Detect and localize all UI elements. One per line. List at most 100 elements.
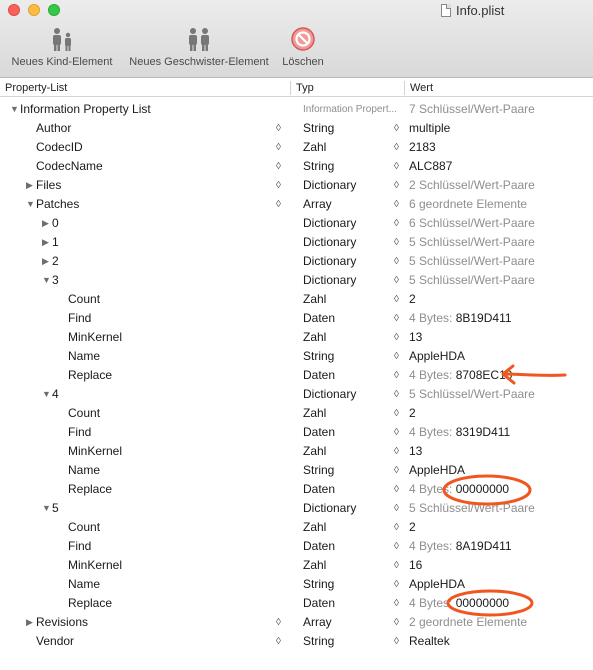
table-row[interactable]: Vendor ◊ String ◊ Realtek — [0, 632, 593, 651]
row-value[interactable]: 4 Bytes: 8708EC10 — [409, 366, 512, 385]
row-value[interactable]: 2 — [409, 404, 416, 423]
row-value[interactable]: AppleHDA — [409, 461, 465, 480]
table-row[interactable]: ▼ Patches ◊ Array ◊ 6 geordnete Elemente — [0, 195, 593, 214]
key-stepper-icon[interactable]: ◊ — [276, 632, 281, 651]
row-value[interactable]: 2183 — [409, 138, 436, 157]
close-window-button[interactable] — [8, 4, 20, 16]
table-row[interactable]: Find Daten ◊ 4 Bytes: 8B19D411 — [0, 309, 593, 328]
disclosure-open-icon[interactable]: ▼ — [42, 385, 51, 404]
minimize-window-button[interactable] — [28, 4, 40, 16]
type-stepper-icon[interactable]: ◊ — [394, 594, 399, 613]
column-divider[interactable] — [404, 81, 405, 95]
table-row[interactable]: Name String ◊ AppleHDA — [0, 461, 593, 480]
table-row[interactable]: ▶ 0 Dictionary ◊ 6 Schlüssel/Wert-Paare — [0, 214, 593, 233]
key-stepper-icon[interactable]: ◊ — [276, 176, 281, 195]
add-sibling-button[interactable]: Neues Geschwister-Element — [124, 26, 274, 68]
type-stepper-icon[interactable]: ◊ — [394, 347, 399, 366]
table-row[interactable]: ▶ 2 Dictionary ◊ 5 Schlüssel/Wert-Paare — [0, 252, 593, 271]
disclosure-open-icon[interactable]: ▼ — [42, 271, 51, 290]
type-stepper-icon[interactable]: ◊ — [394, 233, 399, 252]
table-row[interactable]: ▼ Information Property List Information … — [0, 100, 593, 119]
key-stepper-icon[interactable]: ◊ — [276, 138, 281, 157]
table-row[interactable]: Replace Daten ◊ 4 Bytes: 8708EC10 — [0, 366, 593, 385]
type-stepper-icon[interactable]: ◊ — [394, 195, 399, 214]
zoom-window-button[interactable] — [48, 4, 60, 16]
type-stepper-icon[interactable]: ◊ — [394, 176, 399, 195]
table-row[interactable]: Find Daten ◊ 4 Bytes: 8319D411 — [0, 423, 593, 442]
row-value[interactable]: AppleHDA — [409, 575, 465, 594]
type-stepper-icon[interactable]: ◊ — [394, 632, 399, 651]
type-stepper-icon[interactable]: ◊ — [394, 613, 399, 632]
type-stepper-icon[interactable]: ◊ — [394, 404, 399, 423]
row-value[interactable]: 4 Bytes: 8B19D411 — [409, 309, 512, 328]
row-value[interactable]: 4 Bytes: 00000000 — [409, 480, 509, 499]
table-row[interactable]: ▼ 5 Dictionary ◊ 5 Schlüssel/Wert-Paare — [0, 499, 593, 518]
type-stepper-icon[interactable]: ◊ — [394, 556, 399, 575]
table-row[interactable]: Name String ◊ AppleHDA — [0, 347, 593, 366]
disclosure-closed-icon[interactable]: ▶ — [42, 252, 49, 271]
type-stepper-icon[interactable]: ◊ — [394, 157, 399, 176]
type-stepper-icon[interactable]: ◊ — [394, 214, 399, 233]
row-value[interactable]: 2 — [409, 518, 416, 537]
type-stepper-icon[interactable]: ◊ — [394, 423, 399, 442]
table-row[interactable]: ▶ Revisions ◊ Array ◊ 2 geordnete Elemen… — [0, 613, 593, 632]
type-stepper-icon[interactable]: ◊ — [394, 480, 399, 499]
type-stepper-icon[interactable]: ◊ — [394, 138, 399, 157]
table-row[interactable]: MinKernel Zahl ◊ 13 — [0, 442, 593, 461]
table-row[interactable]: Count Zahl ◊ 2 — [0, 518, 593, 537]
table-row[interactable]: Author ◊ String ◊ multiple — [0, 119, 593, 138]
type-stepper-icon[interactable]: ◊ — [394, 309, 399, 328]
table-row[interactable]: MinKernel Zahl ◊ 13 — [0, 328, 593, 347]
row-value[interactable]: 4 Bytes: 8A19D411 — [409, 537, 512, 556]
table-row[interactable]: ▼ 3 Dictionary ◊ 5 Schlüssel/Wert-Paare — [0, 271, 593, 290]
table-row[interactable]: Find Daten ◊ 4 Bytes: 8A19D411 — [0, 537, 593, 556]
type-stepper-icon[interactable]: ◊ — [394, 575, 399, 594]
column-header-value[interactable]: Wert — [410, 82, 433, 94]
add-child-button[interactable]: Neues Kind-Element — [8, 26, 116, 68]
disclosure-open-icon[interactable]: ▼ — [42, 499, 51, 518]
column-divider[interactable] — [290, 81, 291, 95]
type-stepper-icon[interactable]: ◊ — [394, 442, 399, 461]
row-value[interactable]: ALC887 — [409, 157, 452, 176]
type-stepper-icon[interactable]: ◊ — [394, 290, 399, 309]
key-stepper-icon[interactable]: ◊ — [276, 157, 281, 176]
type-stepper-icon[interactable]: ◊ — [394, 366, 399, 385]
row-value[interactable]: 16 — [409, 556, 422, 575]
row-value[interactable]: 4 Bytes: 00000000 — [409, 594, 509, 613]
table-row[interactable]: ▶ Files ◊ Dictionary ◊ 2 Schlüssel/Wert-… — [0, 176, 593, 195]
table-row[interactable]: CodecName ◊ String ◊ ALC887 — [0, 157, 593, 176]
key-stepper-icon[interactable]: ◊ — [276, 195, 281, 214]
row-value[interactable]: 4 Bytes: 8319D411 — [409, 423, 510, 442]
table-row[interactable]: Count Zahl ◊ 2 — [0, 290, 593, 309]
column-header-key[interactable]: Property-List — [5, 82, 67, 94]
disclosure-closed-icon[interactable]: ▶ — [42, 214, 49, 233]
disclosure-closed-icon[interactable]: ▶ — [26, 613, 33, 632]
table-row[interactable]: MinKernel Zahl ◊ 16 — [0, 556, 593, 575]
column-header-type[interactable]: Typ — [296, 82, 314, 94]
type-stepper-icon[interactable]: ◊ — [394, 328, 399, 347]
type-stepper-icon[interactable]: ◊ — [394, 385, 399, 404]
table-row[interactable]: Replace Daten ◊ 4 Bytes: 00000000 — [0, 594, 593, 613]
type-stepper-icon[interactable]: ◊ — [394, 518, 399, 537]
disclosure-closed-icon[interactable]: ▶ — [42, 233, 49, 252]
table-row[interactable]: ▶ 1 Dictionary ◊ 5 Schlüssel/Wert-Paare — [0, 233, 593, 252]
row-value[interactable]: multiple — [409, 119, 450, 138]
row-value[interactable]: AppleHDA — [409, 347, 465, 366]
table-row[interactable]: Count Zahl ◊ 2 — [0, 404, 593, 423]
key-stepper-icon[interactable]: ◊ — [276, 613, 281, 632]
table-row[interactable]: ▼ 4 Dictionary ◊ 5 Schlüssel/Wert-Paare — [0, 385, 593, 404]
type-stepper-icon[interactable]: ◊ — [394, 461, 399, 480]
delete-button[interactable]: Löschen — [278, 26, 328, 68]
disclosure-open-icon[interactable]: ▼ — [10, 100, 19, 119]
table-row[interactable]: CodecID ◊ Zahl ◊ 2183 — [0, 138, 593, 157]
row-value[interactable]: 13 — [409, 328, 422, 347]
type-stepper-icon[interactable]: ◊ — [394, 271, 399, 290]
table-row[interactable]: Replace Daten ◊ 4 Bytes: 00000000 — [0, 480, 593, 499]
type-stepper-icon[interactable]: ◊ — [394, 537, 399, 556]
row-value[interactable]: Realtek — [409, 632, 450, 651]
row-value[interactable]: 2 — [409, 290, 416, 309]
key-stepper-icon[interactable]: ◊ — [276, 119, 281, 138]
type-stepper-icon[interactable]: ◊ — [394, 119, 399, 138]
disclosure-open-icon[interactable]: ▼ — [26, 195, 35, 214]
type-stepper-icon[interactable]: ◊ — [394, 252, 399, 271]
